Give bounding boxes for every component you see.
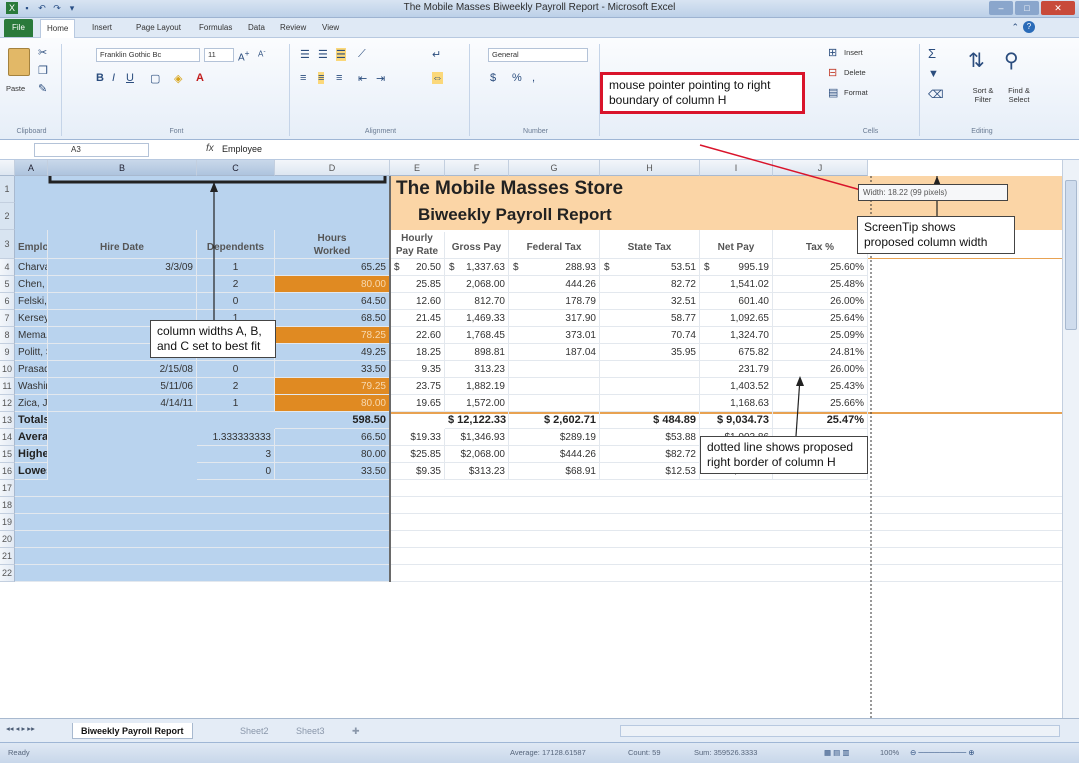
callout-screentip: ScreenTip shows proposed column width xyxy=(857,216,1015,254)
excel-window: X ▪ ↶ ↷ ▾ The Mobile Masses Biweekly Pay… xyxy=(0,0,1079,763)
bestfit-bracket xyxy=(48,176,387,184)
annotation-overlay xyxy=(48,144,941,718)
callout-mouse-pointer: mouse pointer pointing to right boundary… xyxy=(600,72,805,114)
dotted-leader-line xyxy=(795,377,801,437)
screentip-width: Width: 18.22 (99 pixels) xyxy=(858,184,1008,201)
dotted-arrowhead xyxy=(796,376,804,386)
mouse-leader-line xyxy=(699,144,869,193)
callout-best-fit: column widths A, B, and C set to best fi… xyxy=(150,320,276,358)
callout-dotted-line: dotted line shows proposed right border … xyxy=(700,436,868,474)
